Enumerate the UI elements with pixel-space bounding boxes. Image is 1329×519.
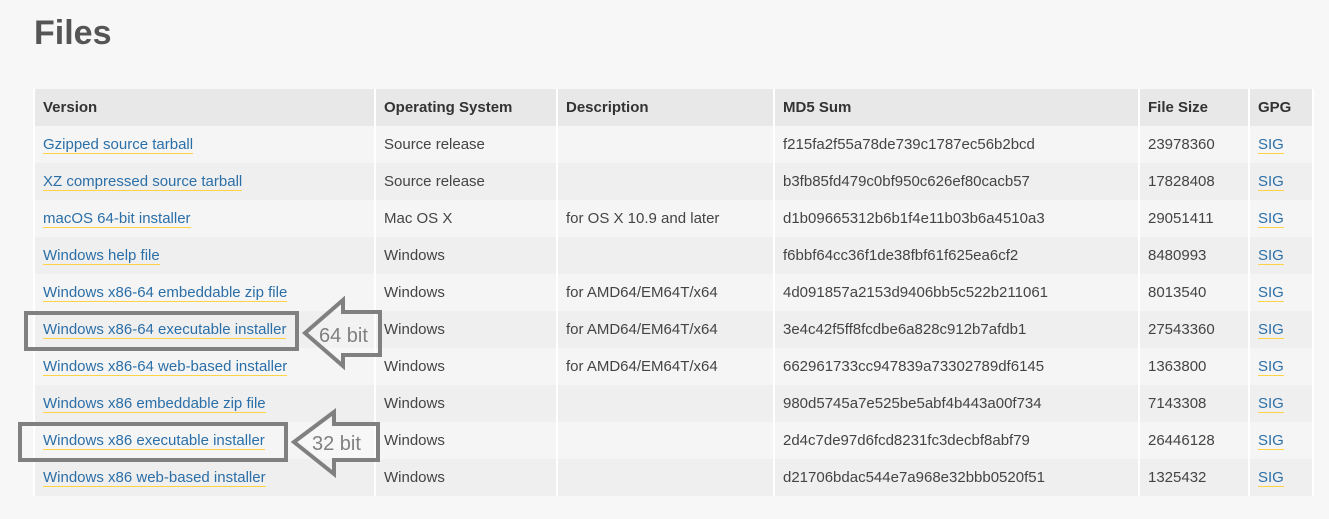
highlight-box-64 [24, 311, 299, 351]
annotation-overlay: 64 bit 32 bit [18, 295, 382, 479]
label-64-bit: 64 bit [319, 325, 368, 347]
label-32-bit: 32 bit [312, 433, 361, 455]
highlight-box-32 [18, 422, 288, 462]
